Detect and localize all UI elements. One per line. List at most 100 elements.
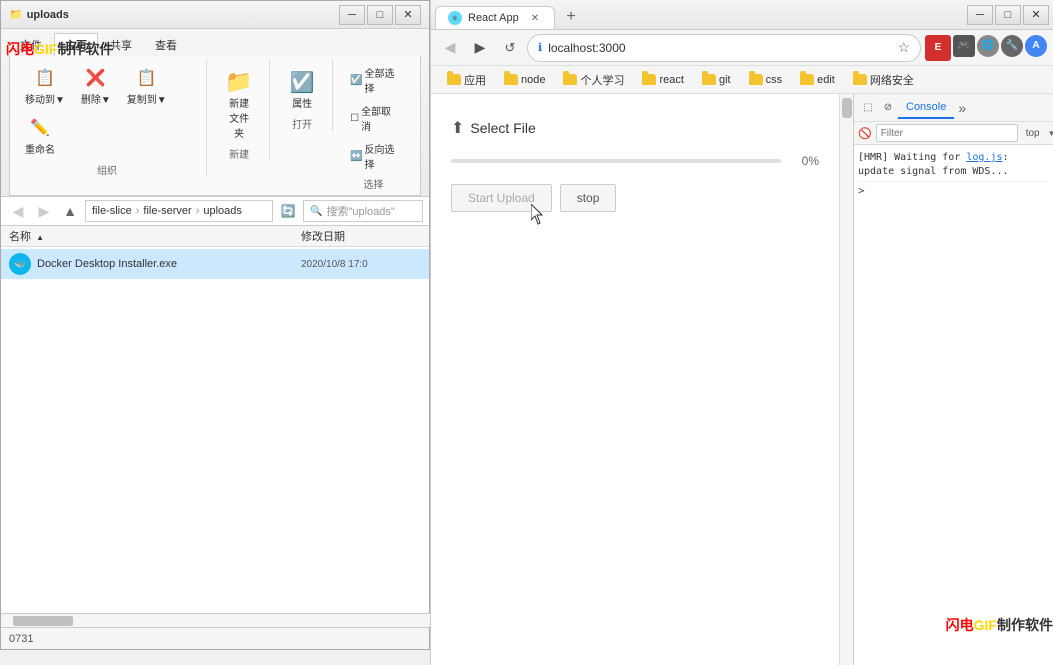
browser-toolbar: ◀ ▶ ↺ ℹ localhost:3000 ☆ E 🎮 🌐 🔧 A (431, 30, 1053, 66)
docker-icon: 🐳 (9, 253, 31, 275)
webpage-area: ⬆ Select File 0% Start Upload stop (431, 94, 839, 665)
git-folder-icon (702, 74, 716, 85)
scrollbar-thumb[interactable] (13, 616, 73, 626)
watermark-bottomright: 闪电GIF制作软件 (946, 615, 1053, 635)
path-segment-2[interactable]: file-server (143, 205, 191, 217)
delete-icon: ❌ (84, 66, 108, 90)
status-text: 0731 (9, 633, 33, 645)
browser-refresh-button[interactable]: ↺ (497, 35, 523, 61)
organize-buttons: 📋 移动到▼ ❌ 删除▼ 📋 复制到▼ ✏️ 重命名 (18, 62, 196, 160)
deselect-all-button[interactable]: ☐ 全部取消 (345, 100, 402, 136)
browser-back-button[interactable]: ◀ (437, 35, 463, 61)
devtools-inspect-button[interactable]: ⬚ (858, 98, 878, 118)
browser-address-bar[interactable]: ℹ localhost:3000 ☆ (527, 34, 921, 62)
network-security-folder-icon (853, 74, 867, 85)
bookmark-apps[interactable]: 应用 (439, 69, 494, 91)
new-folder-button[interactable]: 📁 新建文件夹 (219, 66, 259, 144)
deselect-icon: ☐ (350, 113, 359, 124)
browser-scrollbar[interactable] (839, 94, 853, 665)
browser-action-buttons: E 🎮 🌐 🔧 A (925, 35, 1047, 61)
organize-label: 组织 (97, 160, 117, 177)
close-button[interactable]: ✕ (395, 5, 421, 25)
new-tab-button[interactable]: + (559, 5, 583, 29)
browser-tabs: ⚛ React App ✕ + (435, 0, 583, 29)
console-link-logjs[interactable]: log.js (966, 152, 1002, 163)
devtools-more-button[interactable]: » (954, 100, 970, 116)
profile-button[interactable]: A (1025, 35, 1047, 57)
tab-close-button[interactable]: ✕ (528, 11, 542, 25)
bookmarks-bar: 应用 node 个人学习 react git css edit 网络安全 (431, 66, 1053, 94)
progress-container: 0% (451, 154, 819, 168)
ribbon-group-new: 📁 新建文件夹 新建 (219, 60, 270, 161)
devtools-header: ⬚ ⊘ Console » (854, 94, 1053, 122)
forward-button[interactable]: ▶ (33, 200, 55, 222)
stop-button[interactable]: stop (560, 184, 617, 212)
console-message-1: [HMR] Waiting for log.js: update signal … (858, 149, 1049, 182)
browser-restore-button[interactable]: □ (995, 5, 1021, 25)
path-segment-3[interactable]: uploads (203, 205, 242, 217)
bookmark-react[interactable]: react (634, 71, 691, 89)
column-date-header[interactable]: 修改日期 (301, 228, 421, 244)
address-path[interactable]: file-slice › file-server › uploads (85, 200, 273, 222)
status-bar: 0731 (1, 627, 429, 649)
new-label: 新建 (229, 144, 249, 161)
path-segment-1[interactable]: file-slice (92, 205, 132, 217)
console-filter-input[interactable] (876, 124, 1018, 142)
explorer-title: uploads (27, 9, 69, 21)
column-headers: 名称 ▲ 修改日期 (1, 226, 429, 247)
select-all-button[interactable]: ☑️ 全部选择 (345, 62, 402, 98)
delete-button[interactable]: ❌ 删除▼ (74, 62, 118, 110)
invert-select-button[interactable]: ↔️ 反向选择 (345, 138, 402, 174)
select-file-button[interactable]: ⬆ Select File (451, 114, 819, 142)
bookmark-star-icon[interactable]: ☆ (897, 39, 910, 56)
node-folder-icon (504, 74, 518, 85)
devtools-cursor-button[interactable]: ⊘ (878, 98, 898, 118)
column-name-header[interactable]: 名称 ▲ (9, 228, 301, 244)
invert-icon: ↔️ (350, 151, 362, 162)
bookmark-css[interactable]: css (741, 71, 791, 89)
upload-icon: ⬆ (451, 118, 464, 138)
copy-to-button[interactable]: 📋 复制到▼ (120, 62, 174, 110)
bookmark-node[interactable]: node (496, 71, 553, 89)
refresh-button[interactable]: 🔄 (277, 200, 299, 222)
bookmark-personal-learning[interactable]: 个人学习 (555, 69, 632, 91)
address-bar: ◀ ▶ ▲ file-slice › file-server › uploads… (1, 197, 429, 226)
devtools-panel: ⬚ ⊘ Console » 🚫 top ▼ JS [HMR] Waiting f… (853, 94, 1053, 665)
extension-btn-2[interactable]: 🎮 (953, 35, 975, 57)
browser-close-button[interactable]: ✕ (1023, 5, 1049, 25)
extension-btn-4[interactable]: 🔧 (1001, 35, 1023, 57)
browser-tab-react[interactable]: ⚛ React App ✕ (435, 6, 555, 29)
css-folder-icon (749, 74, 763, 85)
restore-button[interactable]: □ (367, 5, 393, 25)
console-context: top (1022, 126, 1044, 141)
devtools-tab-console[interactable]: Console (898, 97, 954, 119)
browser-scrollbar-thumb[interactable] (842, 98, 852, 118)
file-date: 2020/10/8 17:0 (301, 259, 421, 270)
select-file-label: Select File (470, 120, 535, 136)
ribbon-tab-view[interactable]: 查看 (144, 33, 188, 57)
list-item[interactable]: 🐳 Docker Desktop Installer.exe 2020/10/8… (1, 249, 429, 279)
minimize-button[interactable]: ─ (339, 5, 365, 25)
rename-button[interactable]: ✏️ 重命名 (18, 112, 62, 160)
browser-minimize-button[interactable]: ─ (967, 5, 993, 25)
file-list: 🐳 Docker Desktop Installer.exe 2020/10/8… (1, 247, 429, 627)
horizontal-scrollbar[interactable] (1, 613, 431, 627)
clear-console-button[interactable]: 🚫 (858, 124, 872, 142)
bookmark-git[interactable]: git (694, 71, 739, 89)
up-button[interactable]: ▲ (59, 200, 81, 222)
devtools-toolbar: 🚫 top ▼ JS (854, 122, 1053, 145)
lock-icon: ℹ (538, 41, 542, 54)
extension-btn-3[interactable]: 🌐 (977, 35, 999, 57)
move-to-button[interactable]: 📋 移动到▼ (18, 62, 72, 110)
back-button[interactable]: ◀ (7, 200, 29, 222)
console-prompt[interactable]: > (858, 182, 1049, 197)
properties-icon: ☑️ (290, 70, 314, 94)
browser-forward-button[interactable]: ▶ (467, 35, 493, 61)
bookmark-edit[interactable]: edit (792, 71, 843, 89)
ribbon-group-select: ☑️ 全部选择 ☐ 全部取消 ↔️ 反向选择 选择 (345, 60, 412, 191)
copy-to-icon: 📋 (135, 66, 159, 90)
extensions-button[interactable]: E (925, 35, 951, 61)
properties-button[interactable]: ☑️ 属性 (282, 66, 322, 114)
search-box[interactable]: 🔍 搜索"uploads" (303, 200, 423, 222)
bookmark-network-security[interactable]: 网络安全 (845, 69, 922, 91)
